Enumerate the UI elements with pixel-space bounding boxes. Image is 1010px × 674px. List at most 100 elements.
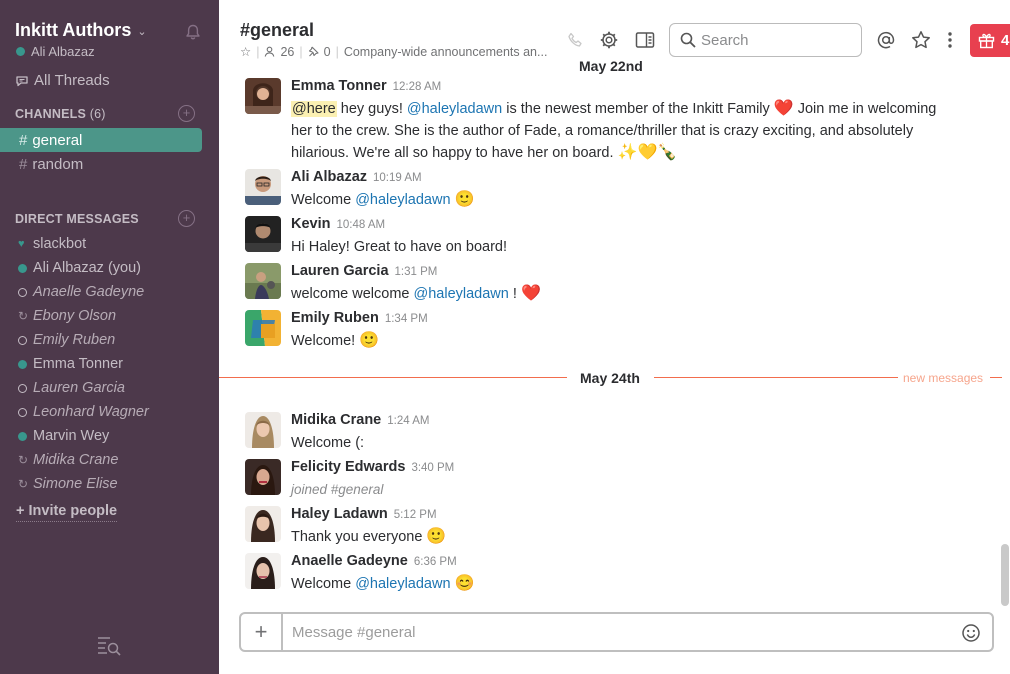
dm-item[interactable]: ↻ Midika Crane [0, 448, 219, 472]
search-placeholder: Search [701, 31, 749, 49]
timestamp[interactable]: 6:36 PM [414, 556, 457, 568]
user-mention[interactable]: @haleyladawn [355, 576, 450, 592]
day-divider: May 24th [580, 370, 640, 386]
dm-label: Simone Elise [33, 476, 118, 492]
dm-item[interactable]: Emma Tonner [0, 352, 219, 376]
channels-header[interactable]: CHANNELS (6) [15, 107, 106, 121]
gear-icon[interactable] [599, 30, 619, 50]
timestamp[interactable]: 12:28 AM [393, 81, 442, 93]
channel-header: #general ☆ | 26 | 0 | Company-wide annou… [219, 0, 1010, 66]
emoji-icon[interactable] [961, 623, 981, 643]
dm-item[interactable]: Ali Albazaz (you) [0, 256, 219, 280]
dm-item[interactable]: ♥ slackbot [0, 232, 219, 256]
message-text: Hi Haley! Great to have on board! [291, 239, 508, 255]
timestamp[interactable]: 1:34 PM [385, 313, 428, 325]
invite-people-link[interactable]: + Invite people [16, 503, 118, 522]
away-icon [18, 335, 27, 345]
members-icon [265, 46, 275, 57]
star-outline-icon[interactable]: ☆ [240, 44, 251, 59]
bell-icon[interactable] [184, 23, 202, 41]
channel-item-general[interactable]: # general [0, 128, 202, 152]
message-author[interactable]: Ali Albazaz 10:19 AM [291, 169, 422, 185]
message-author[interactable]: Felicity Edwards 3:40 PM [291, 459, 454, 475]
shared-channel-icon: ↻ [18, 477, 29, 491]
message-author[interactable]: Haley Ladawn 5:12 PM [291, 506, 437, 522]
avatar[interactable] [245, 310, 281, 346]
channel-topic[interactable]: Company-wide announcements an... [344, 45, 548, 59]
message-scrollbar[interactable] [1001, 544, 1009, 606]
message-text: ! [508, 286, 521, 302]
dm-item[interactable]: Leonhard Wagner [0, 400, 219, 424]
timestamp[interactable]: 1:24 AM [387, 415, 429, 427]
avatar[interactable] [245, 169, 281, 205]
at-icon[interactable] [876, 30, 896, 50]
message-text: Thank you everyone [291, 529, 427, 545]
timestamp[interactable]: 3:40 PM [411, 462, 454, 474]
quick-switcher-icon[interactable] [96, 634, 122, 656]
timestamp[interactable]: 10:19 AM [373, 172, 422, 184]
message: Haley Ladawn 5:12 PM Thank you everyone 🙂 [245, 506, 985, 550]
message-text: Welcome [291, 576, 356, 592]
message: Kevin 10:48 AM Hi Haley! Great to have on… [245, 216, 985, 260]
user-mention[interactable]: @haleyladawn [355, 192, 450, 208]
team-menu[interactable]: Inkitt Authors ⌄ [15, 20, 147, 41]
star-icon[interactable] [911, 30, 931, 50]
message-input[interactable] [292, 621, 942, 643]
channel-meta: ☆ | 26 | 0 | Company-wide announcements … [240, 44, 548, 60]
message-author[interactable]: Lauren Garcia 1:31 PM [291, 263, 437, 279]
attach-button[interactable]: + [241, 614, 283, 650]
timestamp[interactable]: 1:31 PM [395, 266, 438, 278]
pin-icon [308, 46, 319, 57]
message-author[interactable]: Kevin 10:48 AM [291, 216, 385, 232]
add-dm-button[interactable]: + [178, 210, 195, 227]
all-threads[interactable]: All Threads [15, 72, 110, 89]
user-mention[interactable]: @haleyladawn [414, 286, 509, 302]
avatar[interactable] [245, 506, 281, 542]
phone-icon[interactable] [566, 30, 586, 50]
more-icon[interactable] [941, 30, 959, 50]
avatar[interactable] [245, 263, 281, 299]
divider: | [335, 44, 339, 59]
add-channel-button[interactable]: + [178, 105, 195, 122]
dm-label: Ali Albazaz (you) [33, 260, 141, 276]
dm-header-label: DIRECT MESSAGES [15, 212, 139, 226]
smile-emoji: 🙂 [359, 332, 380, 349]
avatar[interactable] [245, 459, 281, 495]
here-mention[interactable]: @here [291, 101, 337, 117]
message-text: welcome welcome [291, 286, 414, 302]
dm-item[interactable]: Lauren Garcia [0, 376, 219, 400]
dm-item[interactable]: Marvin Wey [0, 424, 219, 448]
timestamp[interactable]: 10:48 AM [337, 219, 386, 231]
dm-header[interactable]: DIRECT MESSAGES [15, 212, 139, 226]
channels-count: (6) [89, 107, 106, 121]
timestamp[interactable]: 5:12 PM [394, 509, 437, 521]
avatar[interactable] [245, 412, 281, 448]
heart-icon: ♥ [18, 238, 25, 250]
search-input[interactable]: Search [669, 23, 862, 57]
message-author[interactable]: Emily Ruben 1:34 PM [291, 310, 428, 326]
pin-count[interactable]: 0 [324, 45, 331, 59]
dm-item[interactable]: ↻ Simone Elise [0, 472, 219, 496]
author-name: Emily Ruben [291, 310, 379, 326]
message-author[interactable]: Emma Tonner 12:28 AM [291, 78, 441, 94]
gift-button[interactable]: 4 [970, 24, 1010, 57]
sidebar-toggle-icon[interactable] [635, 30, 655, 50]
author-name: Anaelle Gadeyne [291, 553, 408, 569]
member-count[interactable]: 26 [280, 45, 294, 59]
message-author[interactable]: Anaelle Gadeyne 6:36 PM [291, 553, 457, 569]
avatar[interactable] [245, 78, 281, 114]
dm-item[interactable]: ↻ Ebony Olson [0, 304, 219, 328]
channel-label: general [32, 131, 83, 149]
message-body: joined #general [291, 479, 951, 501]
channel-item-random[interactable]: # random [0, 152, 219, 176]
avatar[interactable] [245, 216, 281, 252]
message-author[interactable]: Midika Crane 1:24 AM [291, 412, 429, 428]
user-mention[interactable]: @haleyladawn [407, 101, 502, 117]
channel-title[interactable]: #general [240, 20, 314, 41]
new-messages-label[interactable]: new messages [903, 371, 983, 385]
avatar[interactable] [245, 553, 281, 589]
dm-item[interactable]: Anaelle Gadeyne [0, 280, 219, 304]
current-user[interactable]: Ali Albazaz [16, 44, 95, 59]
dm-item[interactable]: Emily Ruben [0, 328, 219, 352]
away-icon [18, 407, 27, 417]
